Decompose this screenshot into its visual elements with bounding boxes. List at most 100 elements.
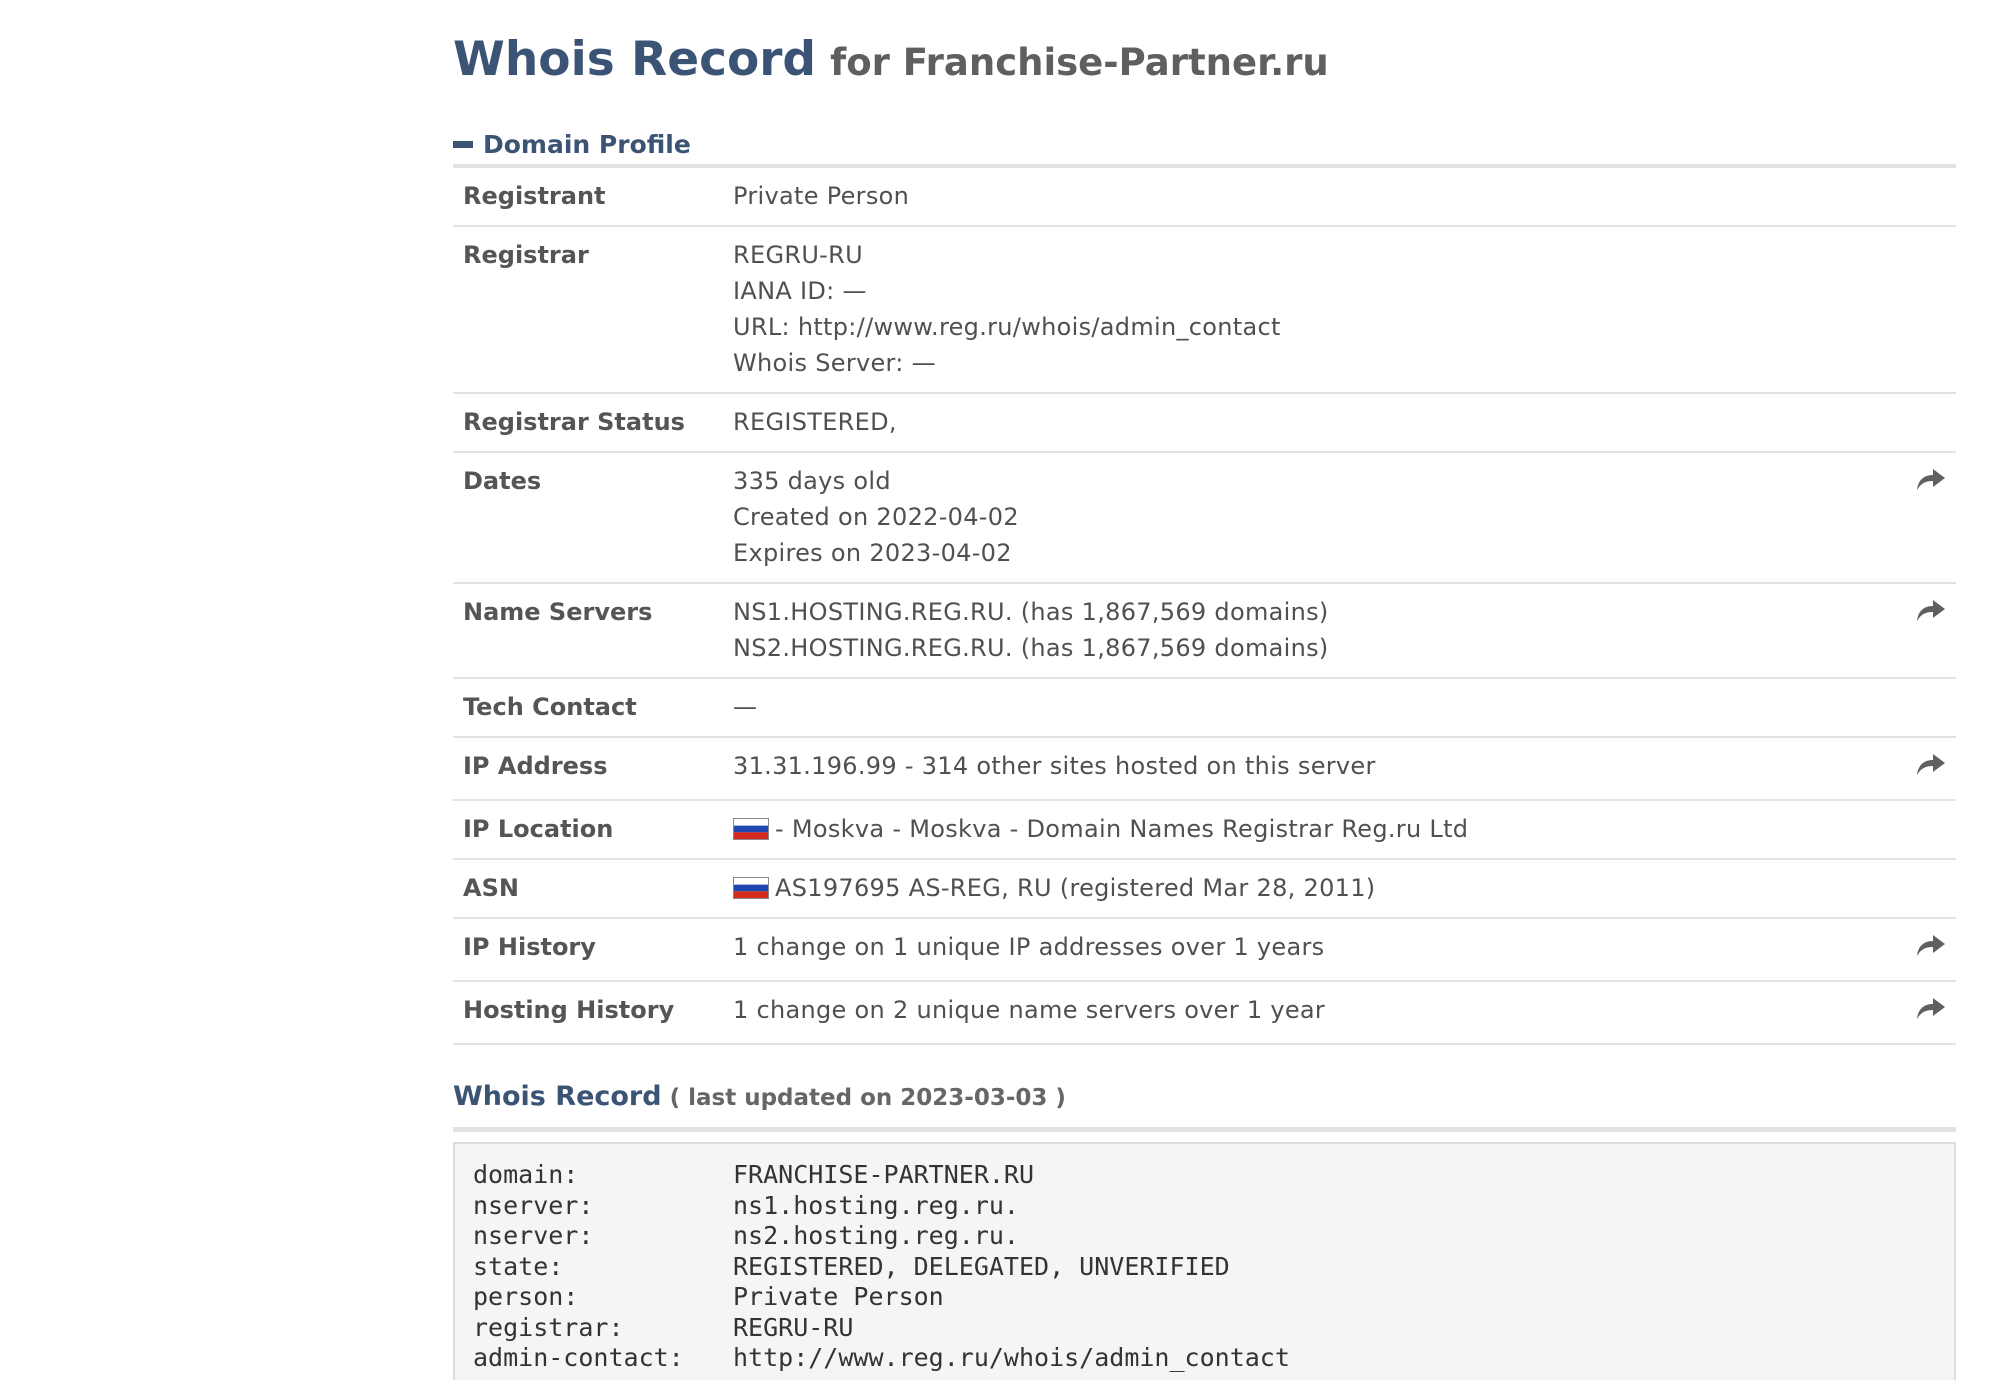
profile-row-value: AS197695 AS-REG, RU (registered Mar 28, … — [723, 859, 1902, 919]
section-divider — [453, 1127, 1956, 1132]
share-arrow-icon[interactable] — [1916, 752, 1946, 778]
share-arrow-icon[interactable] — [1916, 996, 1946, 1022]
domain-profile-toggle[interactable]: Domain Profile — [453, 124, 1956, 164]
profile-value-line: Created on 2022-04-02 — [733, 499, 1892, 535]
profile-value-text: Expires on 2023-04-02 — [733, 539, 1012, 567]
raw-whois-text: domain: FRANCHISE-PARTNER.RU nserver: ns1.h… — [453, 1142, 1956, 1380]
profile-row-value: 31.31.196.99 - 314 other sites hosted on… — [723, 737, 1902, 801]
profile-value-line: NS1.HOSTING.REG.RU. (has 1,867,569 domai… — [733, 594, 1892, 630]
profile-row-label: IP History — [453, 918, 723, 982]
profile-row-value: REGISTERED, — [723, 393, 1902, 453]
profile-row-value: - Moskva - Moskva - Domain Names Registr… — [723, 800, 1902, 860]
profile-row-label: ASN — [453, 859, 723, 919]
profile-value-text: Private Person — [733, 182, 910, 210]
profile-row-action — [1902, 678, 1956, 738]
profile-row: Dates 335 days old Created on 2022-04-02 Ex… — [453, 452, 1956, 584]
profile-row-label: Registrar — [453, 226, 723, 394]
profile-value-line: — — [733, 689, 1892, 725]
profile-value-line: URL: http://www.reg.ru/whois/admin_conta… — [733, 309, 1892, 345]
raw-whois-value: REGISTERED, DELEGATED, UNVERIFIED — [733, 1251, 1230, 1281]
raw-whois-key: nserver: — [473, 1190, 594, 1220]
raw-whois-line: admin-contact: http://www.reg.ru/whois/ad… — [473, 1343, 1936, 1374]
profile-value-line: 31.31.196.99 - 314 other sites hosted on… — [733, 748, 1892, 784]
profile-row-label: Tech Contact — [453, 678, 723, 738]
profile-row-action — [1902, 981, 1956, 1045]
profile-value-text: — — [733, 693, 758, 721]
profile-row-label: Registrar Status — [453, 393, 723, 453]
profile-row-action — [1902, 393, 1956, 453]
raw-whois-key: registrar: — [473, 1312, 624, 1342]
profile-value-text: 335 days old — [733, 467, 891, 495]
profile-row-action — [1902, 226, 1956, 394]
profile-value-text: Created on 2022-04-02 — [733, 503, 1019, 531]
share-arrow-icon[interactable] — [1916, 933, 1946, 959]
raw-whois-value: http://www.reg.ru/whois/admin_contact — [733, 1343, 1290, 1372]
last-updated: ( last updated on 2023-03-03 ) — [669, 1085, 1066, 1111]
profile-row: Registrant Private Person — [453, 168, 1956, 227]
profile-row-value: Private Person — [723, 168, 1902, 227]
profile-value-text: Whois Server: — — [733, 349, 936, 377]
profile-value-line: AS197695 AS-REG, RU (registered Mar 28, … — [733, 870, 1892, 906]
profile-row-action — [1902, 737, 1956, 801]
raw-whois-line: nserver: ns2.hosting.reg.ru. — [473, 1221, 1936, 1252]
raw-whois-value: REGRU-RU — [733, 1312, 854, 1342]
page-title-domain: for Franchise-Partner.ru — [830, 41, 1329, 84]
profile-value-text: REGISTERED, — [733, 408, 897, 436]
profile-value-text: URL: http://www.reg.ru/whois/admin_conta… — [733, 313, 1281, 341]
domain-profile-table: Registrant Private Person Registrar REGRU-R… — [453, 168, 1956, 1045]
profile-value-text: 1 change on 1 unique IP addresses over 1… — [733, 933, 1325, 961]
profile-row-label: Dates — [453, 452, 723, 584]
share-arrow-icon[interactable] — [1916, 598, 1946, 624]
profile-row-action — [1902, 452, 1956, 584]
profile-row-action — [1902, 583, 1956, 679]
profile-value-line: REGISTERED, — [733, 404, 1892, 440]
whois-record-title: Whois Record — [453, 1081, 662, 1112]
raw-whois-key: admin-contact: — [473, 1343, 684, 1372]
page-title: Whois Record for Franchise-Partner.ru — [453, 30, 1956, 90]
russia-flag-icon — [733, 877, 769, 899]
raw-whois-line: registrar: REGRU-RU — [473, 1313, 1936, 1344]
profile-row: IP Location - Moskva - Moskva - Domain Na… — [453, 800, 1956, 860]
profile-row: Registrar REGRU-RU IANA ID: — URL: http://w… — [453, 226, 1956, 394]
profile-row-value: — — [723, 678, 1902, 738]
profile-value-text: - Moskva - Moskva - Domain Names Registr… — [775, 815, 1469, 843]
profile-value-line: IANA ID: — — [733, 273, 1892, 309]
profile-row: Registrar Status REGISTERED, — [453, 393, 1956, 453]
raw-whois-value: ns2.hosting.reg.ru. — [733, 1221, 1019, 1250]
profile-row-action — [1902, 800, 1956, 860]
raw-whois-value: Private Person — [733, 1282, 944, 1311]
profile-row-label: Registrant — [453, 168, 723, 227]
profile-value-text: IANA ID: — — [733, 277, 867, 305]
profile-row: ASN AS197695 AS-REG, RU (registered Mar 2… — [453, 859, 1956, 919]
profile-row: Tech Contact — — [453, 678, 1956, 738]
profile-row-label: IP Address — [453, 737, 723, 801]
profile-value-line: Private Person — [733, 178, 1892, 214]
profile-value-text: NS1.HOSTING.REG.RU. (has 1,867,569 domai… — [733, 598, 1329, 626]
profile-row-action — [1902, 918, 1956, 982]
raw-whois-line: nserver: ns1.hosting.reg.ru. — [473, 1191, 1936, 1222]
raw-whois-line: state: REGISTERED, DELEGATED, UNVERIFIED — [473, 1252, 1936, 1283]
profile-row: IP Address 31.31.196.99 - 314 other sites… — [453, 737, 1956, 801]
raw-whois-line: domain: FRANCHISE-PARTNER.RU — [473, 1160, 1936, 1191]
profile-value-text: 1 change on 2 unique name servers over 1… — [733, 996, 1326, 1024]
profile-value-text: REGRU-RU — [733, 241, 863, 269]
profile-row-value: NS1.HOSTING.REG.RU. (has 1,867,569 domai… — [723, 583, 1902, 679]
profile-row-value: 335 days old Created on 2022-04-02 Expires… — [723, 452, 1902, 584]
profile-row: IP History 1 change on 1 unique IP addres… — [453, 918, 1956, 982]
profile-row-label: Hosting History — [453, 981, 723, 1045]
profile-value-line: REGRU-RU — [733, 237, 1892, 273]
profile-row: Name Servers NS1.HOSTING.REG.RU. (has 1,8… — [453, 583, 1956, 679]
raw-whois-value: ns1.hosting.reg.ru. — [733, 1190, 1019, 1220]
profile-value-line: Whois Server: — — [733, 345, 1892, 381]
profile-row-action — [1902, 859, 1956, 919]
profile-value-line: 335 days old — [733, 463, 1892, 499]
profile-row: Hosting History 1 change on 2 unique name… — [453, 981, 1956, 1045]
profile-row-label: Name Servers — [453, 583, 723, 679]
profile-value-line: NS2.HOSTING.REG.RU. (has 1,867,569 domai… — [733, 630, 1892, 666]
profile-value-text: AS197695 AS-REG, RU (registered Mar 28, … — [775, 874, 1376, 902]
profile-row-value: REGRU-RU IANA ID: — URL: http://www.reg.ru… — [723, 226, 1902, 394]
page-title-main: Whois Record — [453, 32, 817, 87]
minus-icon — [453, 140, 473, 148]
profile-row-action — [1902, 168, 1956, 227]
share-arrow-icon[interactable] — [1916, 467, 1946, 493]
